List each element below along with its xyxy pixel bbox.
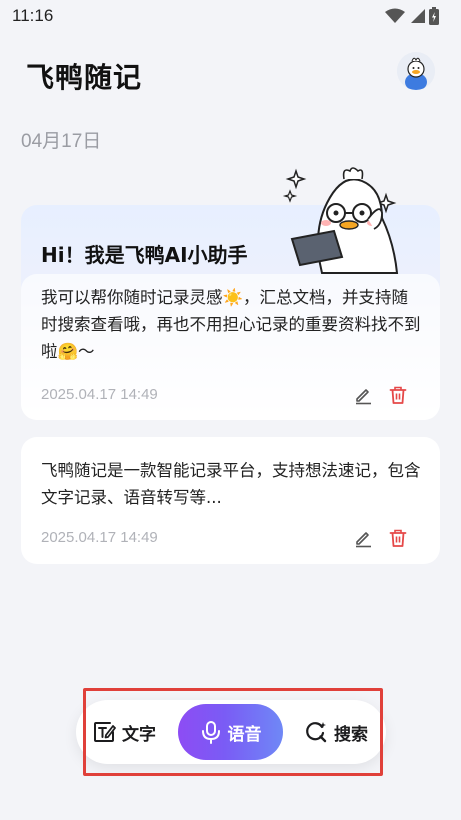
assistant-message: 我可以帮你随时记录灵感☀️，汇总文档，并支持随时搜索查看哦，再也不用担心记录的重…	[21, 274, 440, 420]
edit-icon	[356, 389, 371, 405]
signal-icon	[411, 9, 425, 23]
duck-avatar-icon	[397, 52, 435, 90]
avatar[interactable]	[397, 52, 435, 90]
delete-button[interactable]	[387, 384, 409, 406]
duck-mascot-illustration	[282, 167, 399, 274]
delete-icon	[389, 529, 407, 547]
edit-button[interactable]	[352, 527, 374, 549]
app-title: 飞鸭随记	[26, 61, 143, 94]
note-card[interactable]: 飞鸭随记是一款智能记录平台，支持想法速记，包含文字记录、语音转写等... 202…	[21, 437, 440, 564]
wifi-icon	[385, 8, 405, 23]
edit-icon	[356, 532, 371, 548]
edit-button[interactable]	[352, 384, 374, 406]
note-time: 2025.04.17 14:49	[41, 386, 158, 403]
status-icons	[385, 6, 439, 26]
delete-button[interactable]	[387, 527, 409, 549]
date-label: 04月17日	[21, 131, 102, 152]
assistant-text: 我可以帮你随时记录灵感☀️，汇总文档，并支持随时搜索查看哦，再也不用担心记录的重…	[41, 288, 421, 361]
battery-icon	[429, 7, 439, 25]
assistant-title: Hi！我是飞鸭AI小助手	[41, 243, 248, 267]
note-time: 2025.04.17 14:49	[41, 529, 158, 546]
status-time: 11:16	[12, 6, 54, 25]
status-bar: 11:16	[0, 0, 461, 34]
note-text: 飞鸭随记是一款智能记录平台，支持想法速记，包含文字记录、语音转写等...	[41, 461, 421, 507]
delete-icon	[389, 386, 407, 404]
highlight-outline	[83, 688, 383, 776]
